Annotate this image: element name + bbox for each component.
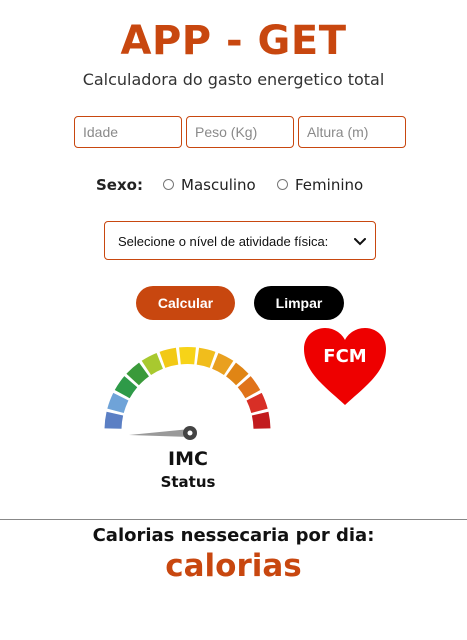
app-title: APP - GET	[120, 18, 347, 64]
imc-gauge	[104, 347, 271, 440]
gauge-segment	[196, 347, 216, 368]
atividade-select[interactable]: Selecione o nível de atividade física:	[104, 221, 376, 260]
app-subtitle: Calculadora do gasto energetico total	[82, 70, 385, 89]
calorias-value: calorias	[165, 548, 302, 584]
feminino-label[interactable]: Feminino	[295, 176, 363, 194]
masculino-label[interactable]: Masculino	[181, 176, 256, 194]
gauge-needle	[129, 429, 190, 437]
masculino-radio[interactable]	[163, 179, 174, 190]
sexo-label: Sexo:	[96, 176, 143, 194]
gauge-segment	[251, 411, 271, 429]
status-label: Status	[160, 473, 216, 491]
gauge-segment	[104, 411, 124, 429]
gauge-segment	[107, 392, 129, 413]
peso-input[interactable]	[186, 116, 294, 148]
altura-input[interactable]	[298, 116, 406, 148]
gauge-hub-center	[187, 430, 193, 436]
limpar-button[interactable]: Limpar	[254, 286, 344, 320]
sexo-row: Sexo: Masculino Feminino	[0, 175, 467, 197]
chevron-down-icon	[354, 238, 366, 246]
calorias-heading: Calorias nessecaria por dia:	[92, 525, 375, 546]
divider	[0, 519, 467, 520]
fcm-label: FCM	[323, 346, 367, 367]
idade-input[interactable]	[74, 116, 182, 148]
gauge-segment	[159, 347, 179, 368]
feminino-radio[interactable]	[277, 179, 288, 190]
atividade-select-value: Selecione o nível de atividade física:	[118, 234, 329, 249]
imc-label: IMC	[168, 448, 208, 470]
calcular-button[interactable]: Calcular	[136, 286, 235, 320]
gauge-segment	[246, 392, 268, 413]
gauge-segment	[179, 347, 196, 365]
